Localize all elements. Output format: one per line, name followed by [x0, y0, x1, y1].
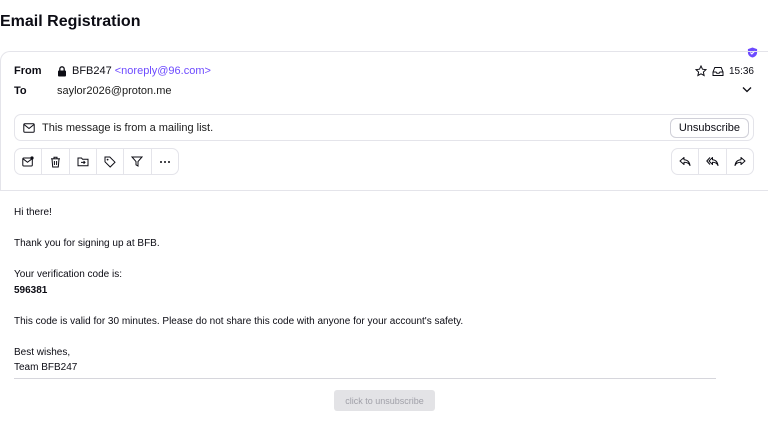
unsubscribe-button[interactable]: Unsubscribe: [669, 118, 749, 138]
trash-icon[interactable]: [42, 149, 70, 174]
body-greeting: Hi there!: [14, 207, 52, 218]
lock-icon: [57, 65, 67, 77]
more-icon[interactable]: [152, 149, 178, 174]
sender-name[interactable]: BFB247: [72, 65, 112, 77]
forward-icon[interactable]: [727, 149, 753, 174]
chevron-down-icon[interactable]: [742, 86, 752, 93]
to-label: To: [14, 85, 27, 97]
envelope-icon: [23, 122, 35, 133]
mark-unread-icon[interactable]: [15, 149, 43, 174]
reply-icon[interactable]: [672, 149, 700, 174]
email-subject: Email Registration: [0, 13, 141, 30]
footer-divider: [14, 378, 716, 379]
verification-code: 596381: [14, 285, 48, 296]
move-folder-icon[interactable]: [70, 149, 97, 174]
body-line: This code is valid for 30 minutes. Pleas…: [14, 316, 464, 327]
message-meta: 15:36: [694, 65, 754, 77]
from-row: From BFB247 <noreply@96.com>: [14, 65, 211, 77]
unsubscribe-link-button[interactable]: click to unsubscribe: [334, 390, 435, 411]
reply-actions-toolbar: [671, 148, 754, 175]
reply-all-icon[interactable]: [699, 149, 727, 174]
body-line: Your verification code is:: [14, 269, 123, 280]
banner-text: This message is from a mailing list.: [42, 121, 214, 134]
body-line: Thank you for signing up at BFB.: [14, 238, 160, 249]
star-icon[interactable]: [694, 65, 707, 77]
message-actions-toolbar: [14, 148, 179, 175]
label-tag-icon[interactable]: [97, 149, 125, 174]
sender-email[interactable]: <noreply@96.com>: [115, 65, 211, 77]
filter-icon[interactable]: [124, 149, 152, 174]
to-row: To saylor2026@proton.me: [14, 85, 172, 97]
inbox-icon: [712, 66, 724, 77]
recipient-address[interactable]: saylor2026@proton.me: [57, 85, 172, 97]
body-signature: Team BFB247: [14, 362, 78, 373]
message-time: 15:36: [728, 65, 754, 77]
body-closing: Best wishes,: [14, 347, 71, 358]
from-label: From: [14, 65, 42, 77]
mailing-list-banner: This message is from a mailing list. Uns…: [14, 114, 754, 141]
